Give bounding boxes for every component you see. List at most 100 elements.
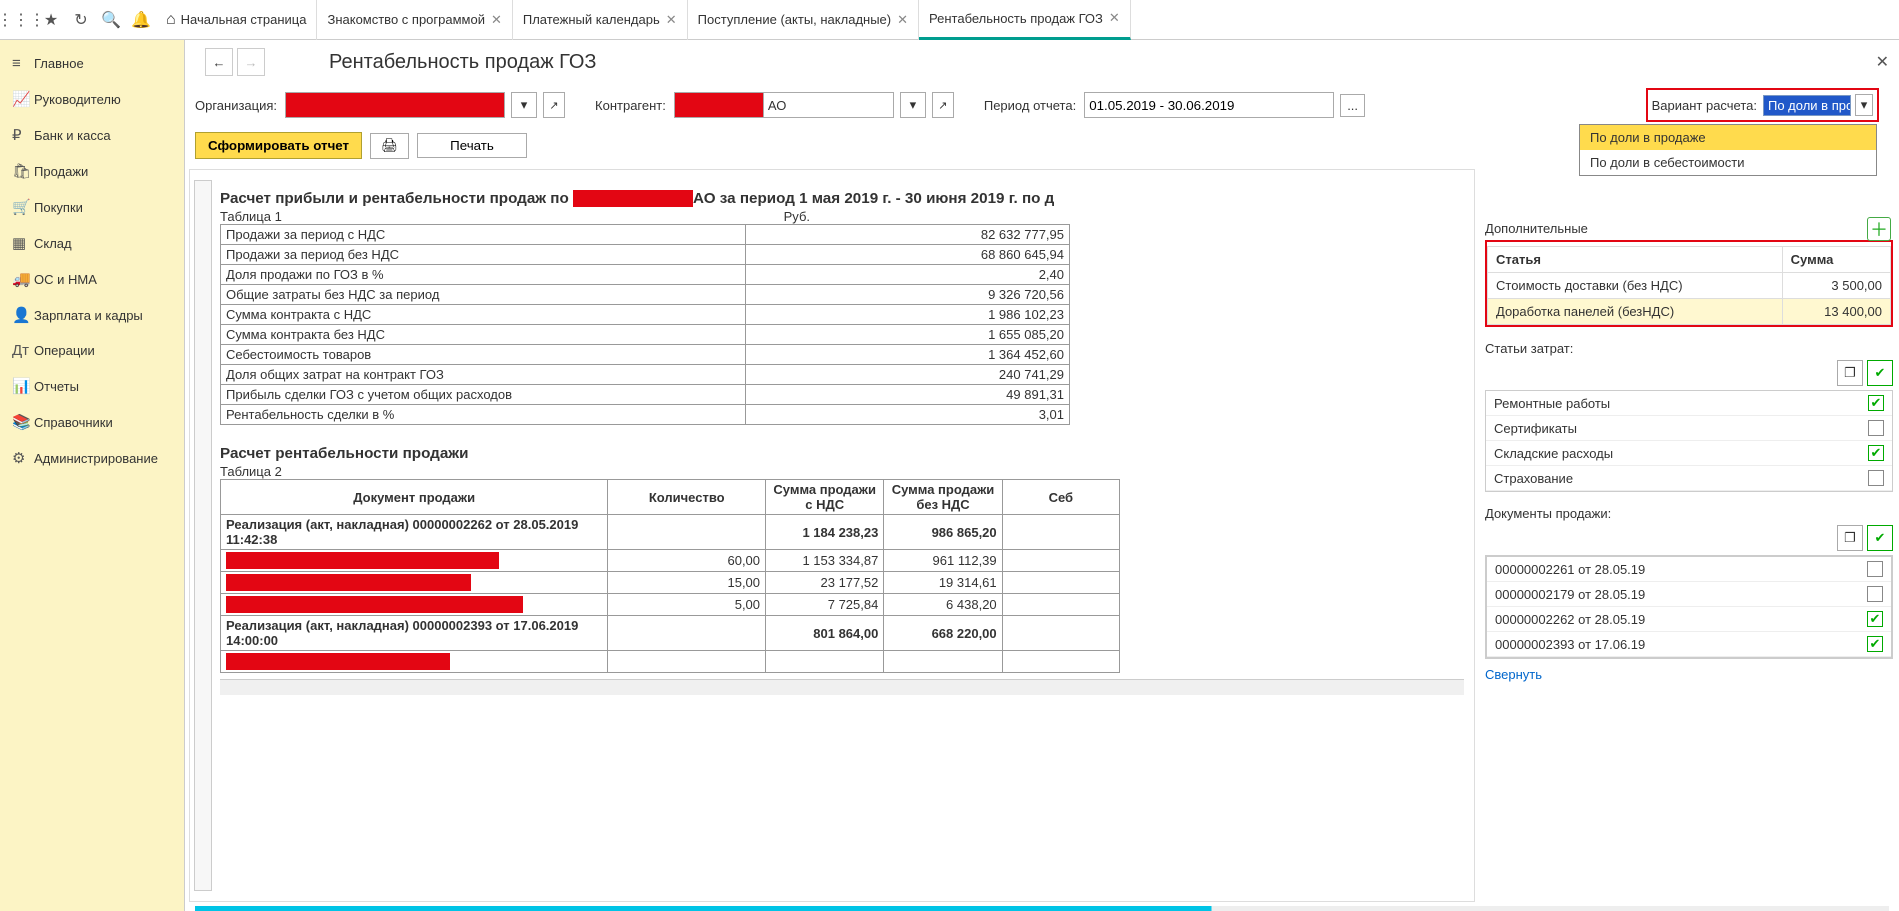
star-icon[interactable]: ★ [36,5,66,35]
sidebar-item[interactable]: ▦Склад [0,225,184,261]
contr-input[interactable]: АО [764,92,894,118]
period-input[interactable] [1084,92,1334,118]
contr-label: Контрагент: [595,98,666,113]
apps-icon[interactable]: ⋮⋮⋮ [6,5,36,35]
table-cell: Рентабельность сделки в % [221,405,746,425]
period-picker-button[interactable]: ... [1340,94,1365,117]
doc-row[interactable]: 00000002261 от 28.05.19 [1487,557,1891,582]
printer-icon-button[interactable]: 🖨 [370,133,409,159]
filter-row: Организация: ▾ ↗ Контрагент: АО ▾ ↗ Пери… [185,84,1899,126]
tbl2-caption: Таблица 2 [220,464,1464,479]
history-icon[interactable]: ↻ [66,5,96,35]
checkbox[interactable]: ✔ [1867,611,1883,627]
org-expand-icon[interactable]: ↗ [543,92,565,118]
contr-expand-icon[interactable]: ↗ [932,92,954,118]
copy-icon[interactable]: ❐ [1837,360,1863,386]
tab-close-icon[interactable]: ✕ [1109,10,1120,26]
variant-opt-1[interactable]: По доли в продаже [1580,125,1876,150]
table-cell: 49 891,31 [745,385,1069,405]
sidebar-item[interactable]: ДтОперации [0,333,184,368]
doc-label: 00000002179 от 28.05.19 [1495,587,1867,602]
copy-docs-icon[interactable]: ❐ [1837,525,1863,551]
tab-close-icon[interactable]: ✕ [491,12,502,28]
checkbox[interactable]: ✔ [1868,395,1884,411]
sidebar-item[interactable]: ₽Банк и касса [0,117,184,153]
side-panel: Дополнительные ＋ СтатьяСуммаСтоимость до… [1479,165,1899,906]
docs-label: Документы продажи: [1485,506,1893,521]
doc-row[interactable]: 00000002393 от 17.06.19✔ [1487,632,1891,657]
tab-close-icon[interactable]: ✕ [897,12,908,28]
forward-button[interactable]: → [237,48,265,76]
table-cell [221,594,608,616]
tab[interactable]: Платежный календарь✕ [513,0,688,40]
sidebar-label: Руководителю [34,92,121,107]
org-input[interactable] [285,92,505,118]
tab-close-icon[interactable]: ✕ [666,12,677,28]
horizontal-scrollbar[interactable] [220,679,1464,695]
check-all-icon[interactable]: ✔ [1867,360,1893,386]
variant-select[interactable]: По доли в про [1763,95,1851,116]
sidebar-item[interactable]: 📚Справочники [0,404,184,440]
doc-label: 00000002261 от 28.05.19 [1495,562,1867,577]
print-button[interactable]: Печать [417,133,527,158]
checkbox[interactable] [1867,561,1883,577]
sidebar-icon: 🛒 [12,198,34,216]
table-cell: 19 314,61 [884,572,1002,594]
bell-icon[interactable]: 🔔 [126,5,156,35]
cost-row[interactable]: Сертификаты [1486,416,1892,441]
collapse-link[interactable]: Свернуть [1485,667,1542,682]
form-report-button[interactable]: Сформировать отчет [195,132,362,159]
checkbox[interactable] [1867,586,1883,602]
tab[interactable]: Рентабельность продаж ГОЗ✕ [919,0,1131,40]
check-all-docs-icon[interactable]: ✔ [1867,525,1893,551]
progress-bar [195,906,1889,911]
checkbox[interactable] [1868,420,1884,436]
sidebar-icon: ₽ [12,126,34,144]
sidebar-icon: 👤 [12,306,34,324]
cost-row[interactable]: Ремонтные работы✔ [1486,391,1892,416]
variant-dropdown-icon[interactable]: ▾ [1855,94,1873,116]
sidebar-item[interactable]: 📊Отчеты [0,368,184,404]
sidebar-item[interactable]: ≡Главное [0,46,184,81]
cost-label: Сертификаты [1494,421,1868,436]
doc-row[interactable]: 00000002262 от 28.05.19✔ [1487,607,1891,632]
tbl2-title: Расчет рентабельности продажи [220,445,1464,462]
tab[interactable]: Знакомство с программой✕ [317,0,512,40]
variant-dropdown: По доли в продаже По доли в себестоимост… [1579,124,1877,176]
variant-opt-2[interactable]: По доли в себестоимости [1580,150,1876,175]
table-cell [221,572,608,594]
cost-label: Страхование [1494,471,1868,486]
doc-row[interactable]: 00000002179 от 28.05.19 [1487,582,1891,607]
table-cell: 5,00 [608,594,766,616]
sidebar-item[interactable]: ⚙Администрирование [0,440,184,476]
contr-input-red[interactable] [674,92,764,118]
cost-row[interactable]: Складские расходы✔ [1486,441,1892,466]
org-dropdown-icon[interactable]: ▾ [511,92,537,118]
table-cell: 3,01 [745,405,1069,425]
costs-label: Статьи затрат: [1485,341,1893,356]
sidebar-item[interactable]: 🛒Покупки [0,189,184,225]
sidebar-item[interactable]: 🛍Продажи [0,153,184,189]
tab[interactable]: Начальная страница [156,0,317,40]
sidebar-item[interactable]: 🚚ОС и НМА [0,261,184,297]
checkbox[interactable] [1868,470,1884,486]
back-button[interactable]: ← [205,48,233,76]
add-button[interactable]: ＋ [1867,217,1891,241]
search-icon[interactable]: 🔍 [96,5,126,35]
doc-label: 00000002262 от 28.05.19 [1495,612,1867,627]
table-cell: 1 364 452,60 [745,345,1069,365]
checkbox[interactable]: ✔ [1868,445,1884,461]
sidebar-item[interactable]: 📈Руководителю [0,81,184,117]
ruler [194,180,212,891]
sidebar-label: Зарплата и кадры [34,308,143,323]
articles-table: СтатьяСуммаСтоимость доставки (без НДС)3… [1487,246,1891,325]
page-title: Рентабельность продаж ГОЗ [329,51,596,74]
table-cell: 68 860 645,94 [745,245,1069,265]
cost-row[interactable]: Страхование [1486,466,1892,491]
sidebar-item[interactable]: 👤Зарплата и кадры [0,297,184,333]
table-cell: 240 741,29 [745,365,1069,385]
tab[interactable]: Поступление (акты, накладные)✕ [688,0,919,40]
close-icon[interactable]: ✕ [1876,52,1889,72]
contr-dropdown-icon[interactable]: ▾ [900,92,926,118]
checkbox[interactable]: ✔ [1867,636,1883,652]
